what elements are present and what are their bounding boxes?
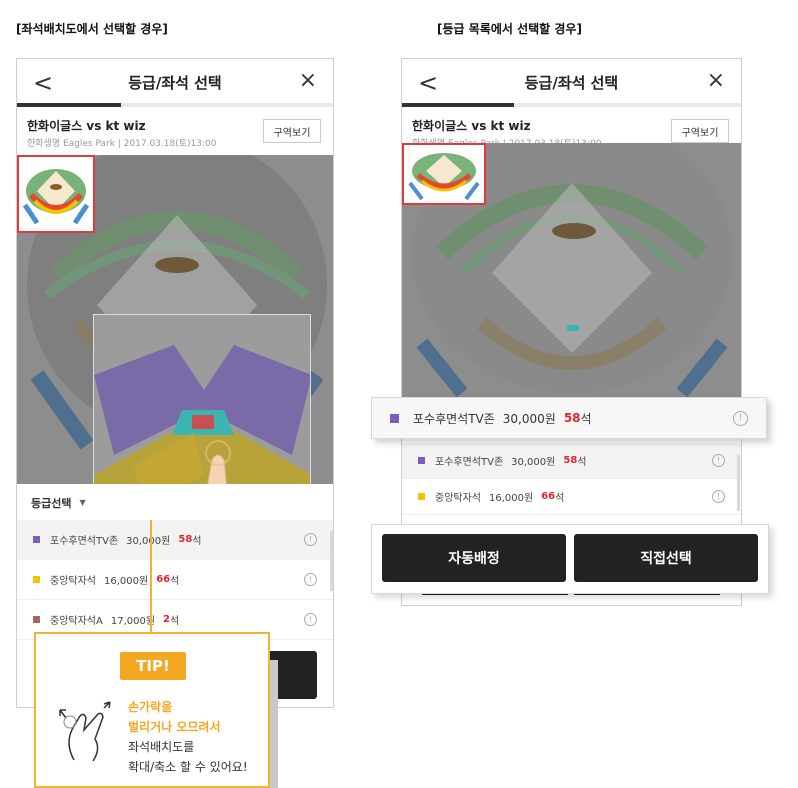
direct-select-button[interactable]: 직접선택 [574,534,758,582]
seat-unit: 석 [170,576,180,587]
close-icon[interactable]: × [299,68,317,93]
action-buttons-panel: 자동배정 직접선택 [371,524,769,594]
grade-name: 포수후면석TV존 [413,411,495,426]
screen-title: 등급/좌석 선택 [524,73,619,92]
back-icon[interactable]: < [418,69,438,97]
seat-unit: 석 [170,616,180,627]
grade-name: 중앙탁자석A [50,616,103,627]
left-caption: [좌석배치도에서 선택할 경우] [16,22,168,36]
grade-row[interactable]: 중앙탁자석 16,000원 66 석 ! [402,479,741,515]
step-progress [402,103,741,107]
left-phone-screen: < 등급/좌석 선택 × 한화이글스 vs kt wiz 한화생명 Eagles… [16,58,334,708]
seat-unit: 석 [192,536,202,547]
zone-view-button[interactable]: 구역보기 [671,119,729,143]
right-caption: [등급 목록에서 선택할 경우] [437,22,582,36]
info-icon[interactable]: ! [712,454,725,467]
grade-select-label: 등급선택 [31,496,72,510]
nav-bar: < 등급/좌석 선택 × [402,59,741,105]
grade-name: 포수후면석TV존 [435,457,504,468]
grade-color-swatch [33,616,40,623]
grade-color-swatch [33,536,40,543]
step-progress [17,103,333,107]
auto-assign-button[interactable]: 자동배정 [382,534,566,582]
info-icon[interactable]: ! [712,490,725,503]
grade-seat-count: 58 [563,455,578,466]
tip-line-4: 확대/축소 할 수 있어요! [128,760,248,774]
nav-bar: < 등급/좌석 선택 × [17,59,333,105]
close-icon[interactable]: × [707,68,725,93]
grade-name: 중앙탁자석 [50,576,96,587]
info-icon[interactable]: ! [733,410,748,426]
tip-line-1: 손가락을 [128,700,173,714]
seat-unit: 석 [555,493,565,504]
grade-row[interactable]: 중앙탁자석 16,000원 66 석 ! [17,560,333,600]
grade-row[interactable]: 포수후면석TV존 30,000원 58 석 ! [402,443,741,479]
tip-box: TIP! 손가락을 벌리거나 오므려서 좌석배치도를 확대/축소 할 수 있어요… [34,632,270,788]
grade-color-swatch [418,493,425,500]
chevron-down-icon: ▼ [79,498,86,507]
grade-seat-count: 66 [541,491,556,502]
seat-map[interactable] [402,143,741,401]
grade-color-swatch [390,413,399,423]
grade-select-header[interactable]: 등급선택 ▼ [17,484,333,522]
grade-price: 30,000원 [502,411,556,426]
grade-name: 중앙탁자석 [435,493,481,504]
grade-seat-count: 58 [178,534,193,545]
grade-price: 30,000원 [511,457,556,468]
grade-color-swatch [418,457,425,464]
grade-price: 16,000원 [104,576,149,587]
tip-shadow [270,660,278,788]
pinch-gesture-icon [59,701,111,762]
grade-color-swatch [33,576,40,583]
grade-seat-count: 2 [163,614,171,625]
zone-view-button[interactable]: 구역보기 [263,119,321,143]
grade-name: 포수후면석TV존 [50,536,119,547]
seat-unit: 석 [577,457,587,468]
tip-pointer-line [150,520,152,632]
back-icon[interactable]: < [33,69,53,97]
grade-seat-count: 66 [156,574,171,585]
highlighted-grade-row[interactable]: 포수후면석TV존 30,000원 58 석 ! [371,397,767,439]
seat-unit: 석 [580,411,592,426]
info-icon[interactable]: ! [304,533,317,546]
mini-map-thumbnail[interactable] [17,155,95,233]
grade-seat-count: 58 [563,411,581,425]
grade-row[interactable]: 포수후면석TV존 30,000원 58 석 ! [17,520,333,560]
info-icon[interactable]: ! [304,573,317,586]
scrollbar[interactable] [330,531,333,591]
grade-price: 17,000원 [110,616,156,627]
mini-map-thumbnail[interactable] [402,143,486,205]
scrollbar[interactable] [737,455,740,511]
screen-title: 등급/좌석 선택 [128,73,222,92]
tip-badge: TIP! [120,652,186,680]
grade-price: 16,000원 [489,493,534,504]
grade-price: 30,000원 [126,536,171,547]
tip-line-3: 좌석배치도를 [128,740,195,754]
tip-line-2: 벌리거나 오므려서 [128,720,221,734]
info-icon[interactable]: ! [304,613,317,626]
